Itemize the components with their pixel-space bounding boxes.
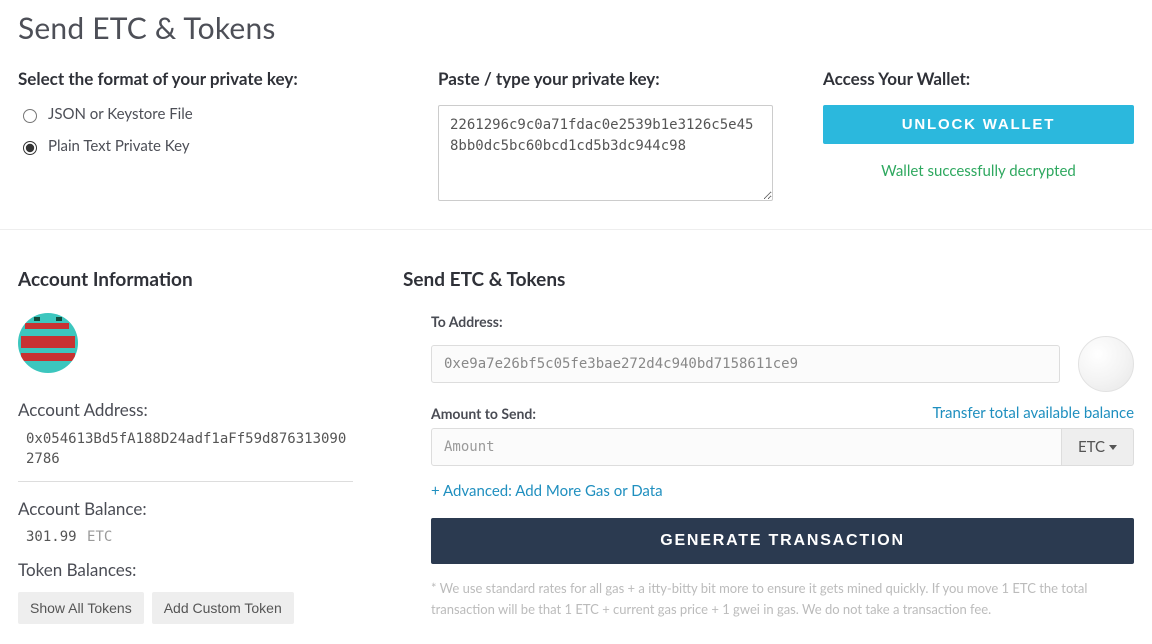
unlock-wallet-button[interactable]: UNLOCK WALLET bbox=[823, 105, 1134, 144]
to-address-label: To Address: bbox=[431, 313, 1134, 330]
paste-label: Paste / type your private key: bbox=[438, 68, 773, 89]
transfer-all-link[interactable]: Transfer total available balance bbox=[933, 404, 1135, 422]
wallet-decrypted-message: Wallet successfully decrypted bbox=[823, 162, 1134, 180]
amount-input[interactable] bbox=[431, 428, 1062, 466]
format-option-plaintext[interactable]: Plain Text Private Key bbox=[18, 137, 388, 155]
format-option-json[interactable]: JSON or Keystore File bbox=[18, 105, 388, 123]
account-balance-symbol: ETC bbox=[87, 529, 112, 545]
transaction-footnote: * We use standard rates for all gas + a … bbox=[431, 578, 1134, 620]
account-address-label: Account Address: bbox=[18, 399, 353, 420]
to-address-input[interactable] bbox=[431, 345, 1060, 383]
chevron-down-icon bbox=[1109, 445, 1117, 450]
amount-label: Amount to Send: bbox=[431, 405, 536, 422]
format-option-json-label: JSON or Keystore File bbox=[48, 105, 193, 123]
access-label: Access Your Wallet: bbox=[823, 68, 1134, 89]
to-address-identicon bbox=[1078, 336, 1134, 392]
format-option-plaintext-label: Plain Text Private Key bbox=[48, 137, 190, 155]
account-divider bbox=[18, 481, 353, 482]
currency-label: ETC bbox=[1078, 438, 1105, 456]
format-label: Select the format of your private key: bbox=[18, 68, 388, 89]
currency-select[interactable]: ETC bbox=[1062, 428, 1134, 466]
add-custom-token-button[interactable]: Add Custom Token bbox=[152, 592, 294, 624]
account-balance-value: 301.99 bbox=[26, 529, 77, 545]
page-title: Send ETC & Tokens bbox=[18, 10, 1134, 46]
account-identicon bbox=[18, 313, 78, 373]
account-address: 0x054613Bd5fA188D24adf1aFf59d87631309027… bbox=[18, 430, 353, 469]
show-all-tokens-button[interactable]: Show All Tokens bbox=[18, 592, 144, 624]
account-info-heading: Account Information bbox=[18, 268, 353, 291]
radio-json[interactable] bbox=[23, 109, 37, 123]
section-divider bbox=[0, 229, 1152, 230]
account-balance-label: Account Balance: bbox=[18, 498, 353, 519]
account-balance: 301.99 ETC bbox=[18, 529, 353, 545]
private-key-input[interactable]: 2261296c9c0a71fdac0e2539b1e3126c5e458bb0… bbox=[438, 105, 773, 201]
advanced-link[interactable]: + Advanced: Add More Gas or Data bbox=[431, 482, 663, 500]
generate-transaction-button[interactable]: GENERATE TRANSACTION bbox=[431, 518, 1134, 564]
token-balances-label: Token Balances: bbox=[18, 559, 353, 580]
send-heading: Send ETC & Tokens bbox=[403, 268, 1134, 291]
radio-plaintext[interactable] bbox=[23, 141, 37, 155]
